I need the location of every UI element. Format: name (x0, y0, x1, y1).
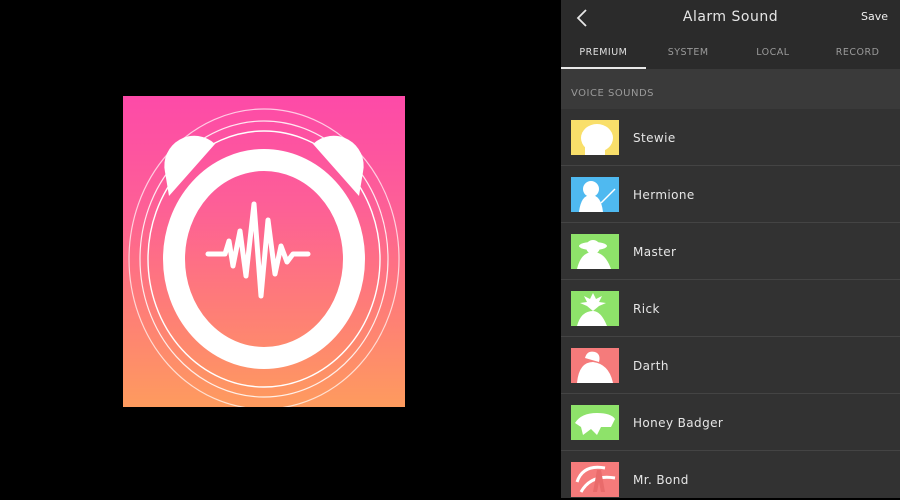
sound-list: Stewie Hermione Master Rick Darth Honey Badge… (561, 109, 900, 498)
badger-silhouette-icon (571, 405, 619, 440)
tab-bar: PREMIUM SYSTEM LOCAL RECORD (561, 44, 900, 69)
tab-local[interactable]: LOCAL (731, 44, 816, 69)
page-title: Alarm Sound (682, 9, 779, 25)
back-button[interactable] (571, 6, 595, 30)
sound-name: Hermione (633, 188, 695, 202)
bond-silhouette-icon (571, 462, 619, 497)
yoda-silhouette-icon (571, 234, 619, 269)
sound-name: Mr. Bond (633, 473, 689, 487)
rick-silhouette-icon (571, 291, 619, 326)
sound-name: Rick (633, 302, 660, 316)
sound-item-stewie[interactable]: Stewie (561, 109, 900, 166)
alarm-sound-screen: Alarm Sound Save PREMIUM SYSTEM LOCAL RE… (561, 0, 900, 498)
sound-item-mr-bond[interactable]: Mr. Bond (561, 451, 900, 498)
hermione-silhouette-icon (571, 177, 619, 212)
sound-name: Darth (633, 359, 669, 373)
tab-system[interactable]: SYSTEM (646, 44, 731, 69)
sound-item-honey-badger[interactable]: Honey Badger (561, 394, 900, 451)
sound-item-rick[interactable]: Rick (561, 280, 900, 337)
sound-name: Stewie (633, 131, 676, 145)
stewie-silhouette-icon (571, 120, 619, 155)
darth-silhouette-icon (571, 348, 619, 383)
section-header: VOICE SOUNDS (561, 69, 900, 109)
sound-item-hermione[interactable]: Hermione (561, 166, 900, 223)
sound-item-master[interactable]: Master (561, 223, 900, 280)
top-bar: Alarm Sound Save PREMIUM SYSTEM LOCAL RE… (561, 0, 900, 69)
section-title: VOICE SOUNDS (571, 88, 655, 99)
tab-record[interactable]: RECORD (815, 44, 900, 69)
sound-name: Master (633, 245, 677, 259)
alarm-clock-waveform-icon (128, 108, 400, 407)
tab-premium[interactable]: PREMIUM (561, 44, 646, 69)
sound-name: Honey Badger (633, 416, 724, 430)
alarm-sound-app-icon (123, 96, 405, 407)
chevron-left-icon (576, 9, 587, 27)
save-button[interactable]: Save (861, 10, 888, 23)
sound-item-darth[interactable]: Darth (561, 337, 900, 394)
